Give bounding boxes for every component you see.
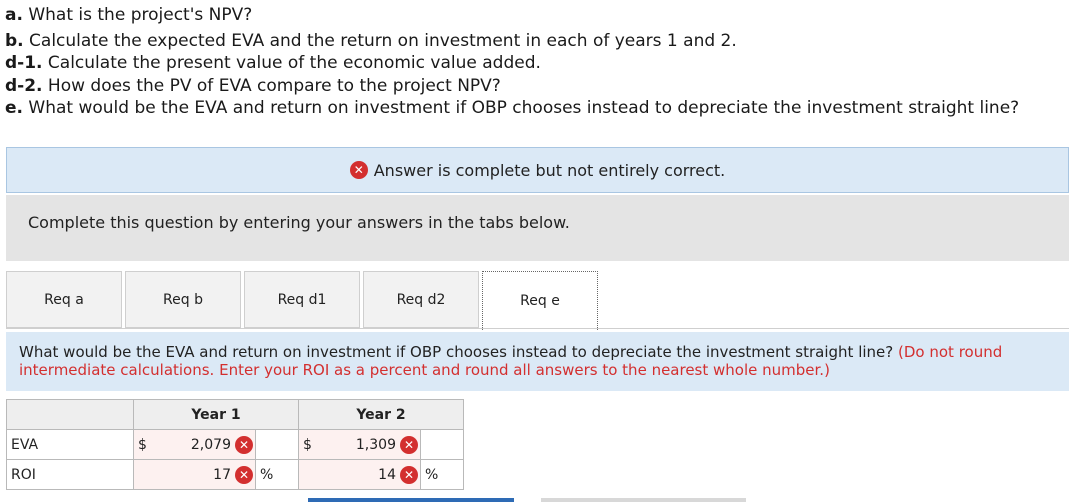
roi-year2-input[interactable]: 14 ✕ (322, 459, 421, 490)
next-button-edge[interactable] (541, 498, 746, 502)
table-corner (6, 399, 134, 430)
eva-year1-input[interactable]: 2,079 ✕ (157, 429, 256, 460)
instructions-text: Complete this question by entering your … (28, 213, 570, 232)
x-circle-icon: ✕ (399, 465, 418, 484)
x-circle-icon: ✕ (349, 161, 368, 179)
banner-text: Answer is complete but not entirely corr… (373, 160, 726, 180)
tab-req-d2[interactable]: Req d2 (363, 271, 479, 328)
x-circle-icon: ✕ (399, 435, 418, 454)
tab-divider (6, 328, 1069, 329)
percent-suffix: % (254, 459, 300, 490)
table-row: EVA $ 2,079 ✕ $ 1,309 ✕ (6, 429, 465, 460)
unit-suffix (254, 429, 300, 460)
currency-symbol (298, 459, 323, 490)
question-d1: d-1. Calculate the present value of the … (5, 53, 541, 73)
question-e: e. What would be the EVA and return on i… (5, 98, 1020, 118)
instructions-panel: Complete this question by entering your … (6, 195, 1069, 261)
currency-symbol (133, 459, 158, 490)
question-b: b. Calculate the expected EVA and the re… (5, 31, 737, 51)
tab-req-e[interactable]: Req e (482, 271, 598, 330)
row-label-roi: ROI (6, 459, 134, 490)
currency-symbol: $ (133, 429, 158, 460)
header-year-2: Year 2 (298, 399, 464, 430)
row-label-eva: EVA (6, 429, 134, 460)
percent-suffix: % (419, 459, 465, 490)
question-box: What would be the EVA and return on inve… (6, 332, 1069, 391)
question-a: a. What is the project's NPV? (5, 5, 253, 25)
question-text: What would be the EVA and return on inve… (19, 343, 1003, 379)
unit-suffix (419, 429, 465, 460)
question-d2: d-2. How does the PV of EVA compare to t… (5, 76, 501, 96)
roi-year1-input[interactable]: 17 ✕ (157, 459, 256, 490)
table-row: ROI 17 ✕ % 14 ✕ % (6, 459, 465, 490)
tab-req-b[interactable]: Req b (125, 271, 241, 328)
answer-table: Year 1 Year 2 EVA $ 2,079 ✕ $ 1,309 ✕ ROI … (6, 399, 465, 490)
tab-req-d1[interactable]: Req d1 (244, 271, 360, 328)
answer-status-banner: ✕ Answer is complete but not entirely co… (6, 147, 1069, 193)
eva-year2-input[interactable]: 1,309 ✕ (322, 429, 421, 460)
header-year-1: Year 1 (133, 399, 299, 430)
prev-button-edge[interactable] (308, 498, 514, 502)
x-circle-icon: ✕ (234, 465, 253, 484)
tab-req-a[interactable]: Req a (6, 271, 122, 328)
currency-symbol: $ (298, 429, 323, 460)
x-circle-icon: ✕ (234, 435, 253, 454)
